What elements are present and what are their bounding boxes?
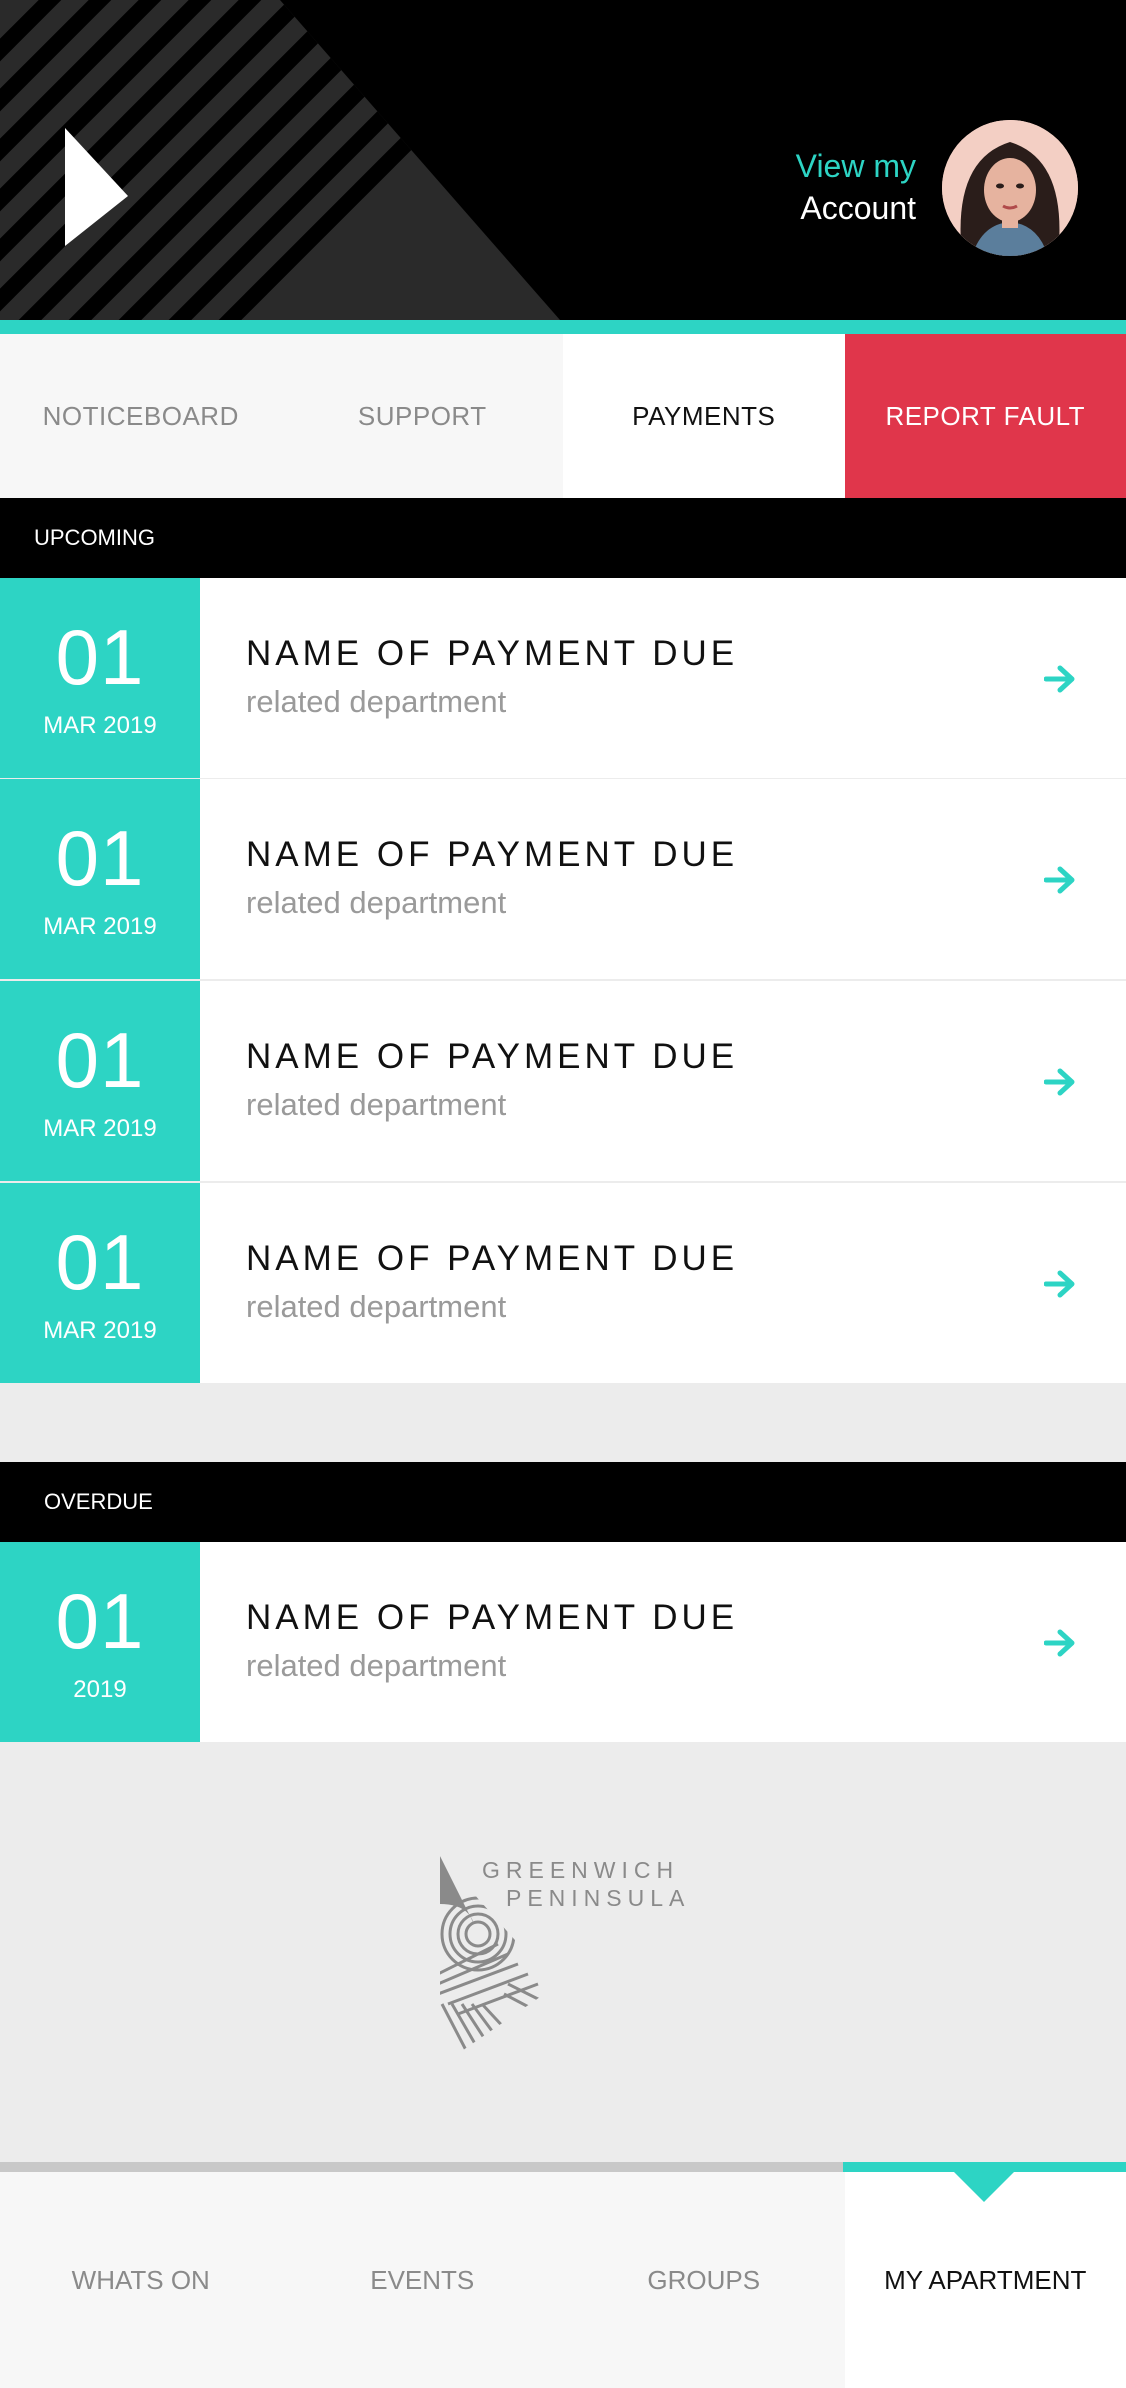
payment-row[interactable]: 01 MAR 2019 NAME OF PAYMENT DUE related … — [0, 981, 1126, 1181]
nav-events[interactable]: EVENTS — [282, 2172, 564, 2388]
payment-date: 01 MAR 2019 — [0, 981, 200, 1181]
nav-groups[interactable]: GROUPS — [563, 2172, 845, 2388]
payment-row[interactable]: 01 MAR 2019 NAME OF PAYMENT DUE related … — [0, 779, 1126, 979]
arrow-right-icon[interactable] — [1044, 1626, 1078, 1660]
tab-support[interactable]: SUPPORT — [282, 334, 564, 498]
payment-row[interactable]: 01 MAR 2019 NAME OF PAYMENT DUE related … — [0, 578, 1126, 778]
payment-month: MAR 2019 — [43, 913, 157, 940]
payment-day: 01 — [55, 1218, 145, 1306]
payment-date: 01 MAR 2019 — [0, 578, 200, 778]
payment-day: 01 — [55, 814, 145, 902]
logo-line2: PENINSULA — [506, 1885, 691, 1911]
payment-day: 01 — [55, 613, 145, 701]
tab-report-fault[interactable]: REPORT FAULT — [844, 334, 1126, 498]
payment-day: 01 — [55, 1577, 145, 1665]
payment-title: NAME OF PAYMENT DUE — [246, 1598, 739, 1637]
payment-month: 2019 — [73, 1676, 127, 1703]
arrow-right-icon[interactable] — [1044, 1267, 1078, 1301]
arrow-right-icon[interactable] — [1044, 1065, 1078, 1099]
payment-department: related department — [246, 1289, 507, 1324]
payment-title: NAME OF PAYMENT DUE — [246, 1239, 739, 1278]
nav-whats-on[interactable]: WHATS ON — [0, 2172, 282, 2388]
nav-my-apartment[interactable]: MY APARTMENT — [844, 2172, 1126, 2388]
bottom-nav: WHATS ON EVENTS GROUPS MY APARTMENT — [0, 2172, 1126, 2388]
active-nav-indicator — [952, 2170, 1016, 2202]
avatar[interactable] — [942, 120, 1078, 256]
footer-logo-area — [0, 1742, 1126, 2162]
logo-line1: GREENWICH — [482, 1857, 680, 1883]
arrow-right-icon[interactable] — [1044, 863, 1078, 897]
account-line1: View my — [795, 148, 916, 184]
tab-noticeboard[interactable]: NOTICEBOARD — [0, 334, 282, 498]
payment-month: MAR 2019 — [43, 1317, 157, 1344]
payment-month: MAR 2019 — [43, 1115, 157, 1142]
payment-department: related department — [246, 885, 507, 920]
logo-wordmark: GREENWICH PENINSULA — [482, 1856, 690, 1912]
overdue-section-label: OVERDUE — [0, 1462, 1126, 1542]
view-account-link[interactable]: View my Account — [796, 145, 916, 229]
header-accent-bar — [0, 320, 1126, 334]
avatar-image — [942, 120, 1078, 256]
payment-date: 01 2019 — [0, 1542, 200, 1742]
bottom-nav-accent — [0, 2162, 843, 2172]
payment-department: related department — [246, 1087, 507, 1122]
payment-title: NAME OF PAYMENT DUE — [246, 1037, 739, 1076]
payment-date: 01 MAR 2019 — [0, 1183, 200, 1383]
upcoming-section-label: UPCOMING — [0, 498, 1126, 578]
payment-department: related department — [246, 684, 507, 719]
account-line2: Account — [800, 190, 916, 226]
payment-department: related department — [246, 1648, 507, 1683]
payment-month: MAR 2019 — [43, 712, 157, 739]
arrow-right-icon[interactable] — [1044, 662, 1078, 696]
top-tabs: NOTICEBOARD SUPPORT PAYMENTS REPORT FAUL… — [0, 334, 1126, 498]
payment-title: NAME OF PAYMENT DUE — [246, 835, 739, 874]
payment-row[interactable]: 01 MAR 2019 NAME OF PAYMENT DUE related … — [0, 1183, 1126, 1383]
payment-day: 01 — [55, 1016, 145, 1104]
payment-row[interactable]: 01 2019 NAME OF PAYMENT DUE related depa… — [0, 1542, 1126, 1742]
payment-title: NAME OF PAYMENT DUE — [246, 634, 739, 673]
payment-date: 01 MAR 2019 — [0, 779, 200, 979]
tab-payments[interactable]: PAYMENTS — [563, 334, 845, 498]
header-stripe-pattern — [0, 0, 560, 320]
header: View my Account — [0, 0, 1126, 320]
